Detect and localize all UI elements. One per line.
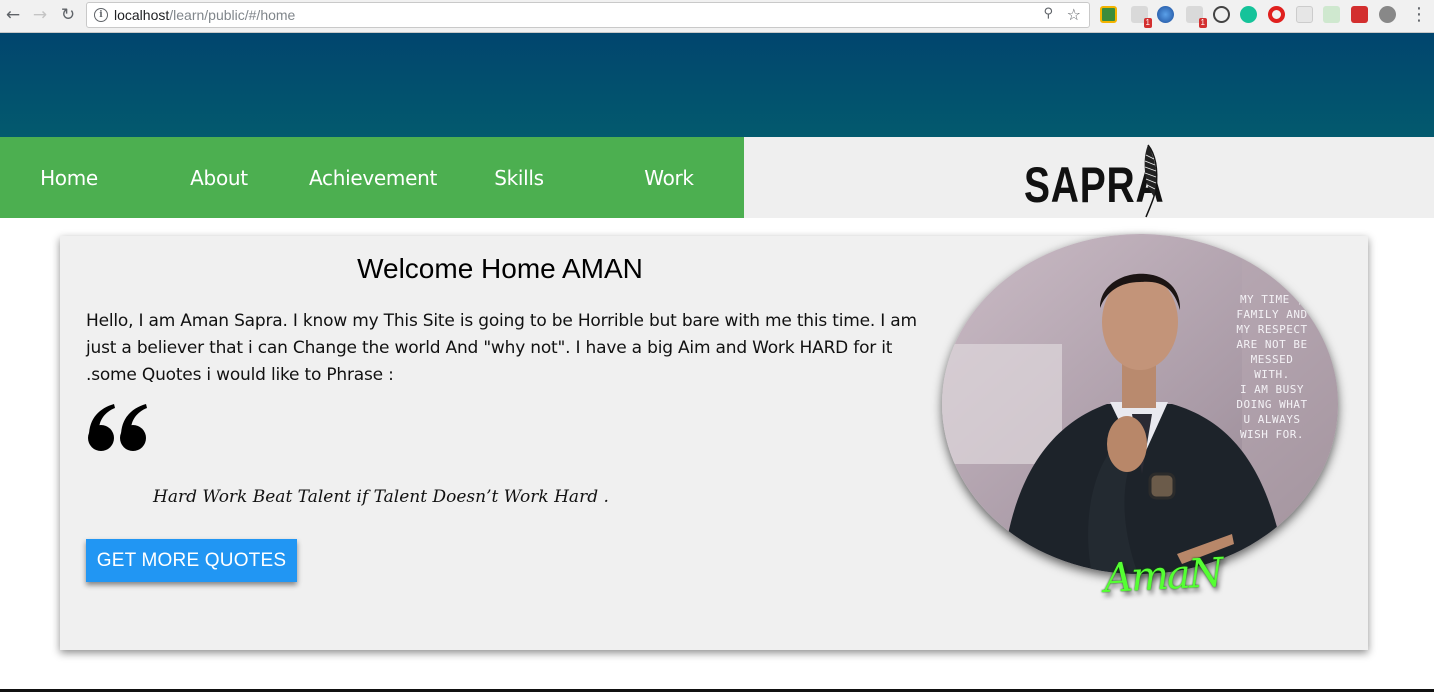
page-title: Welcome Home AMAN	[357, 253, 643, 284]
globe-extension-icon[interactable]	[1157, 6, 1174, 23]
photo-text-line: U ALWAYS	[1243, 413, 1301, 426]
site-header	[0, 33, 1434, 137]
grammarly-icon[interactable]	[1240, 6, 1257, 23]
js-extension-icon[interactable]	[1323, 6, 1340, 23]
forward-icon[interactable]: →	[29, 4, 51, 26]
nav-item-work[interactable]: Work	[594, 166, 744, 190]
photo-text-line: DOING WHAT	[1236, 398, 1308, 411]
photo-overlay-text: MY TIME , FAMILY AND MY RESPECT ARE NOT …	[1212, 292, 1332, 442]
photo-text-line: ARE NOT BE	[1236, 338, 1308, 351]
extension-icon[interactable]	[1379, 6, 1396, 23]
main-nav: Home About Achievement Skills Work	[0, 137, 744, 218]
extension-icon[interactable]: 1	[1186, 6, 1207, 28]
brand-area: SAPRA	[744, 137, 1434, 218]
extension-icon[interactable]: 1	[1131, 6, 1152, 28]
nav-item-skills[interactable]: Skills	[444, 166, 594, 190]
photo-text-line: WITH.	[1254, 368, 1290, 381]
extension-badge: 1	[1143, 18, 1152, 28]
extension-badge: 1	[1198, 18, 1207, 28]
photo-text-line: FAMILY AND	[1236, 308, 1308, 321]
site-logo[interactable]: SAPRA	[1024, 141, 1164, 219]
photo-text-line: I AM BUSY	[1239, 383, 1305, 396]
url-path: /learn/public/#/home	[169, 7, 296, 23]
extension-icon[interactable]	[1296, 6, 1313, 23]
cors-extension-icon[interactable]	[1351, 6, 1368, 23]
quote-text: Hard Work Beat Talent if Talent Doesn’t …	[153, 487, 609, 507]
quote-mark-icon	[88, 404, 147, 451]
reload-icon[interactable]: ↻	[57, 4, 79, 26]
feather-icon	[1144, 144, 1158, 218]
opera-icon[interactable]	[1268, 6, 1285, 23]
url-host: localhost	[114, 7, 170, 23]
back-icon[interactable]: ←	[2, 4, 24, 26]
intro-text: Hello, I am Aman Sapra. I know my This S…	[86, 311, 917, 385]
nav-item-about[interactable]: About	[144, 166, 294, 190]
site-info-icon[interactable]: i	[94, 8, 108, 22]
bookmark-star-icon[interactable]: ☆	[1067, 5, 1081, 24]
browser-toolbar: ← → ↻ i localhost/learn/public/#/home ⚲ …	[0, 0, 1434, 33]
address-bar[interactable]: i localhost/learn/public/#/home ⚲ ☆	[86, 2, 1090, 28]
menu-icon[interactable]: ⋮	[1410, 5, 1428, 25]
nav-item-achievement[interactable]: Achievement	[298, 166, 448, 190]
extension-icon[interactable]	[1100, 6, 1117, 23]
photo-text-line: MY RESPECT	[1236, 323, 1308, 336]
get-more-quotes-button[interactable]: GET MORE QUOTES	[86, 539, 297, 582]
avatar-caption: AmaN	[1102, 549, 1223, 603]
profile-photo: MY TIME , FAMILY AND MY RESPECT ARE NOT …	[942, 234, 1338, 578]
nav-item-home[interactable]: Home	[0, 166, 144, 190]
url-text: localhost/learn/public/#/home	[114, 6, 295, 24]
avatar: MY TIME , FAMILY AND MY RESPECT ARE NOT …	[942, 234, 1338, 574]
photo-text-line: WISH FOR.	[1239, 428, 1305, 441]
extension-icon[interactable]	[1213, 6, 1230, 23]
photo-text-line: MY TIME ,	[1239, 293, 1305, 306]
key-icon[interactable]: ⚲	[1043, 6, 1053, 21]
photo-text-line: MESSED	[1250, 353, 1294, 366]
